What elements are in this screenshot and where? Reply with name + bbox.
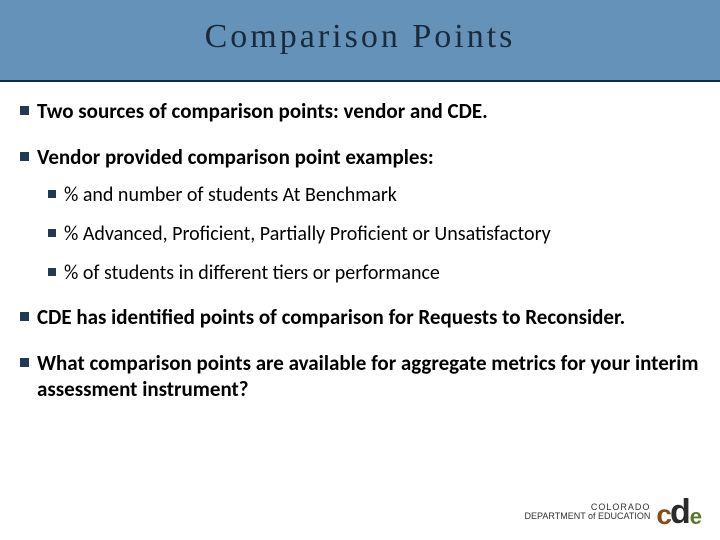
cde-logo-icon: c d e <box>656 499 702 526</box>
bullet-square-icon <box>48 190 56 198</box>
header-divider <box>0 80 720 82</box>
bullet-square-icon <box>48 268 56 276</box>
bullet-text: CDE has identified points of comparison … <box>37 304 625 330</box>
footer-text: COLORADO DEPARTMENT of EDUCATION <box>525 503 651 523</box>
bullet-text: Two sources of comparison points: vendor… <box>37 98 488 124</box>
sub-bullet-text: % of students in different tiers or perf… <box>64 261 440 286</box>
footer-dept: DEPARTMENT of EDUCATION <box>525 512 651 522</box>
bullet-square-icon <box>20 312 29 321</box>
bullet-square-icon <box>48 229 56 237</box>
sub-bullet-item: % Advanced, Proficient, Partially Profic… <box>48 222 700 247</box>
bullet-text: What comparison points are available for… <box>37 350 700 403</box>
bullet-square-icon <box>20 358 29 367</box>
sub-bullet-list: % and number of students At Benchmark % … <box>48 183 700 286</box>
content-area: Two sources of comparison points: vendor… <box>20 98 700 422</box>
bullet-item: Two sources of comparison points: vendor… <box>20 98 700 124</box>
bullet-item: CDE has identified points of comparison … <box>20 304 700 330</box>
logo-letter-e: e <box>690 508 702 526</box>
bullet-item: What comparison points are available for… <box>20 350 700 403</box>
sub-bullet-item: % of students in different tiers or perf… <box>48 261 700 286</box>
footer-logo: COLORADO DEPARTMENT of EDUCATION c d e <box>525 499 702 526</box>
bullet-item: Vendor provided comparison point example… <box>20 144 700 170</box>
logo-letter-d: d <box>670 499 691 526</box>
slide-title: Comparison Points <box>0 18 720 56</box>
sub-bullet-text: % and number of students At Benchmark <box>64 183 397 208</box>
bullet-square-icon <box>20 152 29 161</box>
sub-bullet-item: % and number of students At Benchmark <box>48 183 700 208</box>
sub-bullet-text: % Advanced, Proficient, Partially Profic… <box>64 222 551 247</box>
bullet-square-icon <box>20 106 29 115</box>
bullet-text: Vendor provided comparison point example… <box>37 144 434 170</box>
